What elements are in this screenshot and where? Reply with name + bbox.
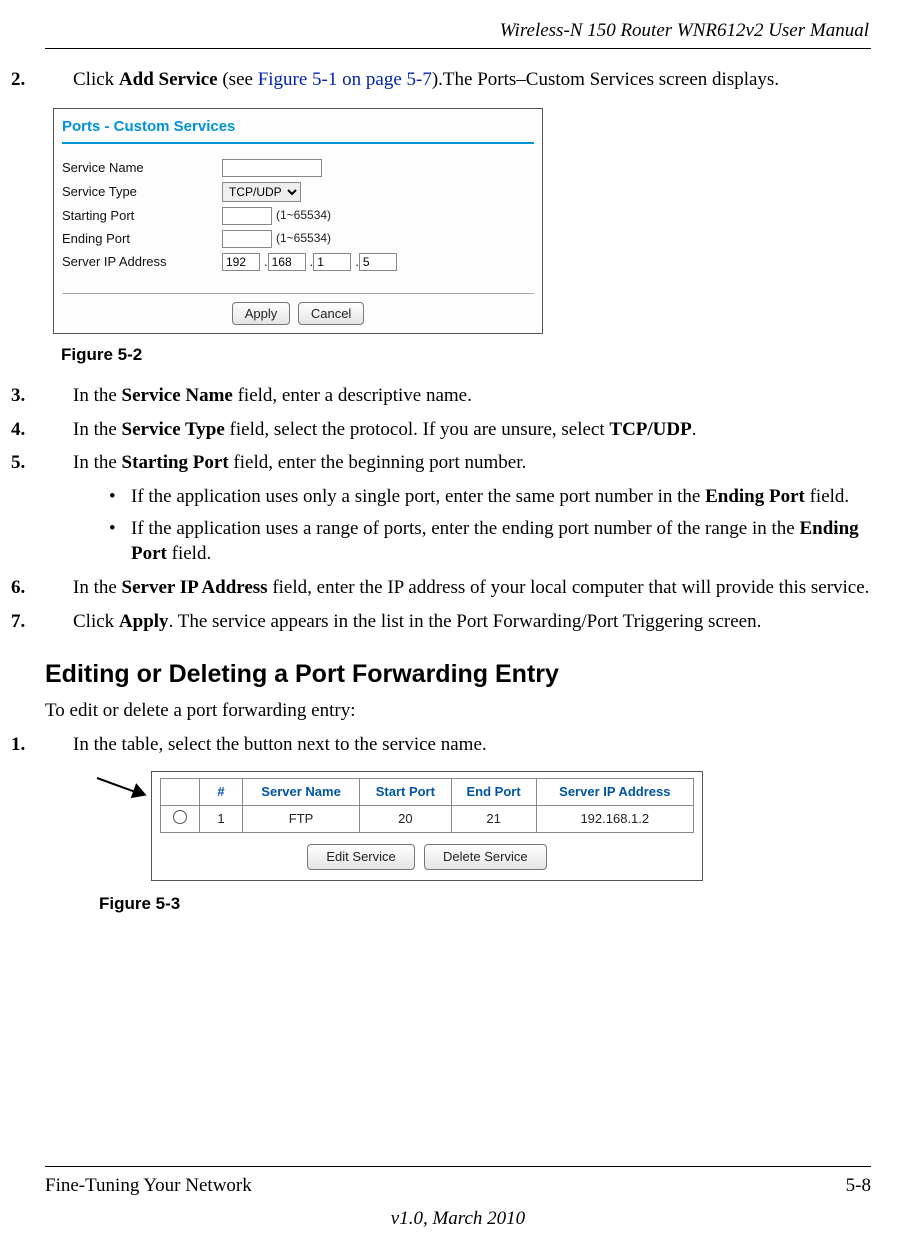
step-3-a: In the <box>73 385 122 406</box>
section-heading: Editing or Deleting a Port Forwarding En… <box>45 658 871 692</box>
panel-divider <box>62 293 534 294</box>
step-2-text-c: ).The Ports–Custom Services screen displ… <box>432 69 779 90</box>
bullet-2: If the application uses a range of ports… <box>105 516 871 567</box>
starting-port-label: Starting Port <box>62 207 222 225</box>
server-ip-bold: Server IP Address <box>122 577 268 598</box>
row-select-radio[interactable] <box>173 810 187 824</box>
step-7-a: Click <box>73 611 119 632</box>
pointer-arrow-icon <box>95 771 145 815</box>
figure-5-1-link[interactable]: Figure 5-1 on page 5-7 <box>258 69 432 90</box>
ending-port-label: Ending Port <box>62 230 222 248</box>
footer-center: v1.0, March 2010 <box>45 1206 871 1232</box>
ending-port-bold-1: Ending Port <box>705 486 805 507</box>
ip-oct4-input[interactable] <box>359 253 397 271</box>
cell-ip: 192.168.1.2 <box>536 805 693 833</box>
starting-port-input[interactable] <box>222 207 272 225</box>
col-radio <box>161 779 200 806</box>
col-server-name: Server Name <box>243 779 360 806</box>
s2-step-1-text: In the table, select the button next to … <box>73 734 487 755</box>
step-7-num: 7. <box>45 609 73 635</box>
step-3-b: field, enter a descriptive name. <box>233 385 472 406</box>
service-name-bold: Service Name <box>122 385 233 406</box>
ending-port-range: (1~65534) <box>276 230 331 246</box>
step-4-a: In the <box>73 419 122 440</box>
apply-button[interactable]: Apply <box>232 302 291 326</box>
step-6-b: field, enter the IP address of your loca… <box>268 577 870 598</box>
step-4: 4.In the Service Type field, select the … <box>45 417 871 443</box>
cancel-button[interactable]: Cancel <box>298 302 364 326</box>
ports-custom-services-panel: Ports - Custom Services Service Name Ser… <box>53 108 543 334</box>
figure-5-2-caption: Figure 5-2 <box>61 344 871 367</box>
ending-port-input[interactable] <box>222 230 272 248</box>
tcpudp-bold: TCP/UDP <box>609 419 691 440</box>
step-5-b: field, enter the beginning port number. <box>229 452 527 473</box>
step-5: 5.In the Starting Port field, enter the … <box>45 450 871 476</box>
section-intro: To edit or delete a port forwarding entr… <box>45 698 871 724</box>
apply-bold: Apply <box>119 611 169 632</box>
footer-left: Fine-Tuning Your Network <box>45 1173 252 1199</box>
bullet-2-a: If the application uses a range of ports… <box>131 518 799 539</box>
header-rule <box>45 48 871 49</box>
step-6: 6.In the Server IP Address field, enter … <box>45 575 871 601</box>
step-7-b: . The service appears in the list in the… <box>169 611 762 632</box>
step-3: 3.In the Service Name field, enter a des… <box>45 383 871 409</box>
port-forwarding-table-panel: # Server Name Start Port End Port Server… <box>151 771 703 881</box>
service-name-label: Service Name <box>62 159 222 177</box>
service-table: # Server Name Start Port End Port Server… <box>160 778 694 833</box>
ip-oct2-input[interactable] <box>268 253 306 271</box>
s2-step-1-num: 1. <box>45 732 73 758</box>
col-start-port: Start Port <box>360 779 451 806</box>
add-service-label: Add Service <box>119 69 218 90</box>
service-type-bold: Service Type <box>122 419 225 440</box>
step-3-num: 3. <box>45 383 73 409</box>
server-ip-label: Server IP Address <box>62 253 222 271</box>
cell-name: FTP <box>243 805 360 833</box>
step-2-text-b: (see <box>218 69 258 90</box>
bullet-1: If the application uses only a single po… <box>105 484 871 510</box>
ip-oct3-input[interactable] <box>313 253 351 271</box>
service-type-select[interactable]: TCP/UDP <box>222 182 301 202</box>
col-num: # <box>200 779 243 806</box>
step-4-num: 4. <box>45 417 73 443</box>
col-end-port: End Port <box>451 779 536 806</box>
step-4-b: field, select the protocol. If you are u… <box>225 419 610 440</box>
footer-rule <box>45 1166 871 1167</box>
service-name-input[interactable] <box>222 159 322 177</box>
bullet-1-b: field. <box>805 486 849 507</box>
panel-title: Ports - Custom Services <box>54 109 542 141</box>
step-2-text-a: Click <box>73 69 119 90</box>
delete-service-button[interactable]: Delete Service <box>424 844 547 870</box>
step-4-c: . <box>692 419 697 440</box>
step-2: 2.Click Add Service (see Figure 5-1 on p… <box>45 67 871 93</box>
step-5-num: 5. <box>45 450 73 476</box>
step-6-num: 6. <box>45 575 73 601</box>
section2-step-1: 1.In the table, select the button next t… <box>45 732 871 758</box>
doc-title: Wireless-N 150 Router WNR612v2 User Manu… <box>45 18 871 44</box>
starting-port-bold: Starting Port <box>122 452 229 473</box>
step-7: 7.Click Apply. The service appears in th… <box>45 609 871 635</box>
step-5-a: In the <box>73 452 122 473</box>
col-server-ip: Server IP Address <box>536 779 693 806</box>
cell-num: 1 <box>200 805 243 833</box>
ip-oct1-input[interactable] <box>222 253 260 271</box>
panel-rule <box>62 142 534 144</box>
footer-right: 5-8 <box>846 1173 871 1199</box>
step-2-num: 2. <box>45 67 73 93</box>
bullet-2-b: field. <box>167 543 211 564</box>
table-row: 1 FTP 20 21 192.168.1.2 <box>161 805 694 833</box>
cell-start: 20 <box>360 805 451 833</box>
bullet-1-a: If the application uses only a single po… <box>131 486 705 507</box>
figure-5-3-caption: Figure 5-3 <box>99 893 871 916</box>
cell-end: 21 <box>451 805 536 833</box>
starting-port-range: (1~65534) <box>276 207 331 223</box>
edit-service-button[interactable]: Edit Service <box>307 844 414 870</box>
step-6-a: In the <box>73 577 122 598</box>
service-type-label: Service Type <box>62 183 222 201</box>
